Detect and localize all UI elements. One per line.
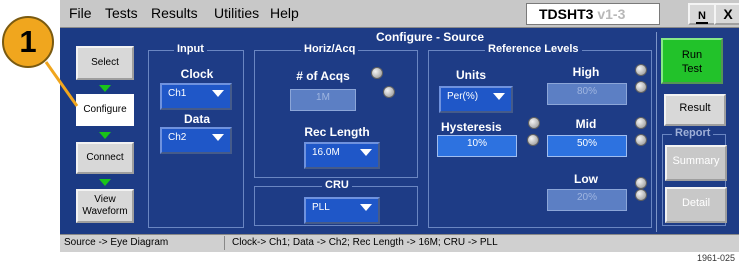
callout-leader-line [44, 61, 79, 107]
